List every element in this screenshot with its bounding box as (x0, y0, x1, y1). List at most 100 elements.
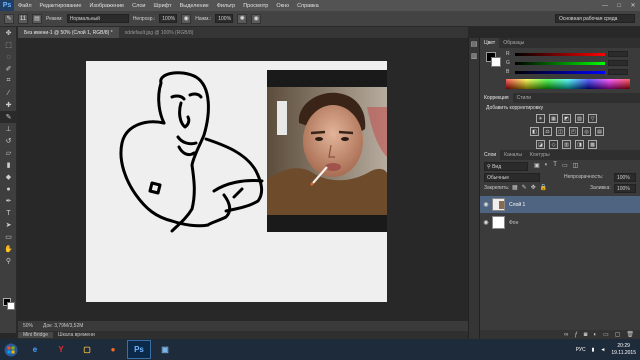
tab-timeline[interactable]: Шкала времени (53, 332, 100, 338)
pixel-filter-icon[interactable]: ▣ (534, 162, 540, 169)
tab-adjustments[interactable]: Коррекция (480, 93, 513, 103)
delete-layer-icon[interactable]: 🗑 (626, 331, 634, 338)
minimize-button[interactable]: — (598, 0, 612, 11)
placed-photo[interactable] (267, 70, 387, 232)
gradient-map-icon[interactable]: ▩ (588, 140, 597, 149)
shape-tool-icon[interactable]: ▭ (0, 231, 17, 243)
slider-track-g[interactable] (515, 61, 605, 65)
document-canvas[interactable] (86, 61, 387, 302)
brush-panel-icon[interactable]: ▤ (32, 13, 42, 24)
new-layer-icon[interactable]: ▢ (615, 331, 621, 338)
healing-tool-icon[interactable]: ✚ (0, 99, 17, 111)
new-adjustment-icon[interactable]: ◐ (593, 332, 597, 338)
quick-select-tool-icon[interactable]: ✐ (0, 63, 17, 75)
brush-tool-preset-icon[interactable]: ✎ (4, 13, 14, 24)
tab-styles[interactable]: Стили (513, 95, 535, 101)
tab-paths[interactable]: Контуры (526, 152, 554, 158)
start-button[interactable] (0, 339, 22, 360)
eyedropper-tool-icon[interactable]: ⁄ (0, 87, 17, 99)
fill-field[interactable]: 100% (614, 184, 636, 193)
pressure-field[interactable]: 100% (215, 14, 234, 23)
properties-panel-icon[interactable]: ▥ (469, 50, 479, 62)
visibility-eye-icon[interactable]: ◉ (480, 219, 492, 226)
maximize-button[interactable]: □ (612, 0, 626, 11)
exposure-icon[interactable]: ▨ (575, 114, 584, 123)
network-icon[interactable]: ▮ (592, 347, 595, 353)
color-slider-g[interactable]: G (506, 60, 628, 66)
tab-swatches[interactable]: Образцы (499, 40, 528, 46)
slider-value-g[interactable] (608, 60, 628, 66)
blend-mode-select[interactable]: Обычные (484, 173, 540, 182)
invert-icon[interactable]: ◪ (536, 140, 545, 149)
marquee-tool-icon[interactable]: ⬚ (0, 39, 17, 51)
tab-layers[interactable]: Слои (480, 150, 501, 160)
type-tool-icon[interactable]: T (0, 207, 17, 219)
brush-size-picker[interactable]: 11 (18, 13, 28, 24)
slider-track-r[interactable] (515, 52, 605, 56)
photo-filter-icon[interactable]: ◰ (569, 127, 578, 136)
zoom-tool-icon[interactable]: ⚲ (0, 255, 17, 267)
pressure-size-icon[interactable]: ◉ (251, 13, 262, 24)
vibrance-icon[interactable]: ▽ (588, 114, 597, 123)
move-tool-icon[interactable]: ✥ (0, 27, 17, 39)
zoom-level[interactable]: 50% (23, 323, 33, 329)
new-group-icon[interactable]: ▭ (603, 331, 609, 338)
workspace-select[interactable]: Основная рабочая среда (555, 14, 635, 23)
mode-select[interactable]: Нормальный (66, 14, 129, 23)
airbrush-icon[interactable]: ✺ (237, 13, 248, 24)
lock-pixels-icon[interactable]: ✎ (522, 184, 527, 191)
black-white-icon[interactable]: ◫ (556, 127, 565, 136)
smart-filter-icon[interactable]: ◫ (573, 162, 579, 169)
brightness-contrast-icon[interactable]: ☀ (536, 114, 545, 123)
lock-all-icon[interactable]: 🔒 (540, 184, 547, 191)
slider-value-r[interactable] (608, 51, 628, 57)
menu-window[interactable]: Окно (272, 3, 293, 9)
media-recorder-icon[interactable]: ● (101, 340, 125, 359)
blur-tool-icon[interactable]: ◆ (0, 171, 17, 183)
color-lookup-icon[interactable]: ▤ (595, 127, 604, 136)
gradient-tool-icon[interactable]: ▮ (0, 159, 17, 171)
lock-position-icon[interactable]: ✥ (531, 184, 536, 191)
menu-edit[interactable]: Редактирование (36, 3, 86, 9)
yandex-browser-icon[interactable]: Y (49, 340, 73, 359)
clock[interactable]: 20:29 19.11.2015 (611, 343, 636, 357)
close-button[interactable]: ✕ (626, 0, 640, 11)
threshold-icon[interactable]: ▥ (562, 140, 571, 149)
history-brush-tool-icon[interactable]: ↺ (0, 135, 17, 147)
type-filter-icon[interactable]: T (553, 162, 557, 169)
color-spectrum-ramp[interactable] (506, 79, 630, 89)
fx-icon[interactable]: ƒ (574, 332, 577, 338)
menu-file[interactable]: Файл (14, 3, 36, 9)
background-color-swatch[interactable] (7, 302, 15, 310)
tab-color[interactable]: Цвет (480, 38, 500, 48)
shape-filter-icon[interactable]: ▭ (562, 162, 568, 169)
layer-row[interactable]: ◉ Фон (480, 214, 640, 231)
lock-transparency-icon[interactable]: ▦ (512, 184, 518, 191)
link-layers-icon[interactable]: ∞ (564, 332, 568, 338)
pen-tool-icon[interactable]: ✒ (0, 195, 17, 207)
color-balance-icon[interactable]: ⚖ (543, 127, 552, 136)
menu-view[interactable]: Просмотр (239, 3, 272, 9)
slider-track-b[interactable] (515, 70, 605, 74)
brush-tool-icon[interactable]: ✎ (0, 111, 17, 123)
menu-type[interactable]: Шрифт (149, 3, 175, 9)
hand-tool-icon[interactable]: ✋ (0, 243, 17, 255)
menu-help[interactable]: Справка (293, 3, 323, 9)
color-slider-r[interactable]: R (506, 51, 628, 57)
visibility-eye-icon[interactable]: ◉ (480, 201, 492, 208)
levels-icon[interactable]: ▦ (549, 114, 558, 123)
layer-opacity-field[interactable]: 100% (614, 173, 636, 182)
menu-select[interactable]: Выделение (176, 3, 213, 9)
media-player-icon[interactable]: ▣ (153, 340, 177, 359)
canvas-area[interactable] (18, 38, 468, 321)
opacity-field[interactable]: 100% (159, 14, 178, 23)
photoshop-taskbar-icon[interactable]: Ps (127, 340, 151, 359)
clone-stamp-tool-icon[interactable]: ⊥ (0, 123, 17, 135)
selective-color-icon[interactable]: ◨ (575, 140, 584, 149)
layer-name[interactable]: Слой 1 (509, 202, 525, 208)
eraser-tool-icon[interactable]: ▱ (0, 147, 17, 159)
slider-value-b[interactable] (608, 69, 628, 75)
add-mask-icon[interactable]: ◙ (584, 332, 588, 338)
posterize-icon[interactable]: ◇ (549, 140, 558, 149)
path-selection-tool-icon[interactable]: ➤ (0, 219, 17, 231)
